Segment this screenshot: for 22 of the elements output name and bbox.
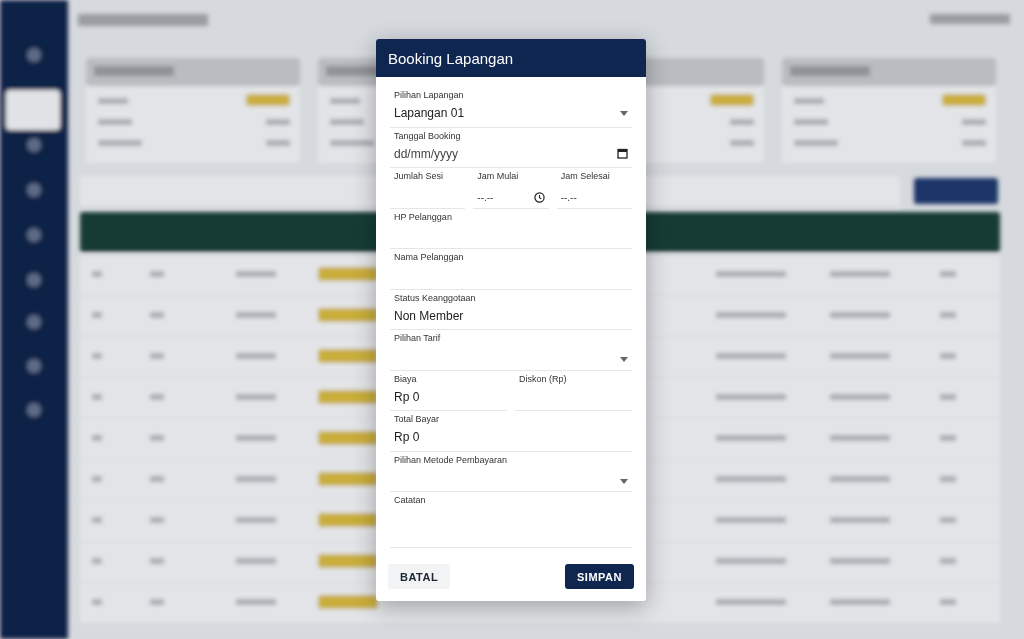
time-field[interactable]: Jam Mulai --.-- <box>473 168 549 209</box>
input-field[interactable]: Jumlah Sesi <box>390 168 466 209</box>
time-field[interactable]: Jam Selesai --.-- <box>556 168 632 209</box>
input-field[interactable]: HP Pelanggan <box>390 208 632 249</box>
input-field[interactable]: Diskon (Rp) <box>515 370 632 411</box>
dropdown-caret-icon <box>620 110 628 116</box>
input-field[interactable]: Status Keanggotaan Non Member <box>390 289 632 330</box>
clock-icon <box>533 192 545 204</box>
save-button[interactable]: SIMPAN <box>565 564 634 589</box>
dropdown-caret-icon <box>620 357 628 363</box>
select-field[interactable]: Pilihan Lapangan Lapangan 01 <box>390 87 632 128</box>
dropdown-caret-icon <box>620 478 628 484</box>
dialog-title: Booking Lapangan <box>376 39 646 77</box>
input-field[interactable]: Total Bayar Rp 0 <box>390 411 632 452</box>
calendar-icon <box>617 148 628 159</box>
input-field[interactable]: Biaya Rp 0 <box>390 370 507 411</box>
select-field[interactable]: Pilihan Metode Pembayaran <box>390 451 632 492</box>
select-field[interactable]: Pilihan Tarif <box>390 330 632 371</box>
cancel-button[interactable]: BATAL <box>388 564 451 589</box>
text-area[interactable]: Catatan <box>390 492 632 548</box>
input-field[interactable]: Nama Pelanggan <box>390 249 632 290</box>
date-field[interactable]: Tanggal Booking dd/mm/yyyy <box>390 127 632 168</box>
